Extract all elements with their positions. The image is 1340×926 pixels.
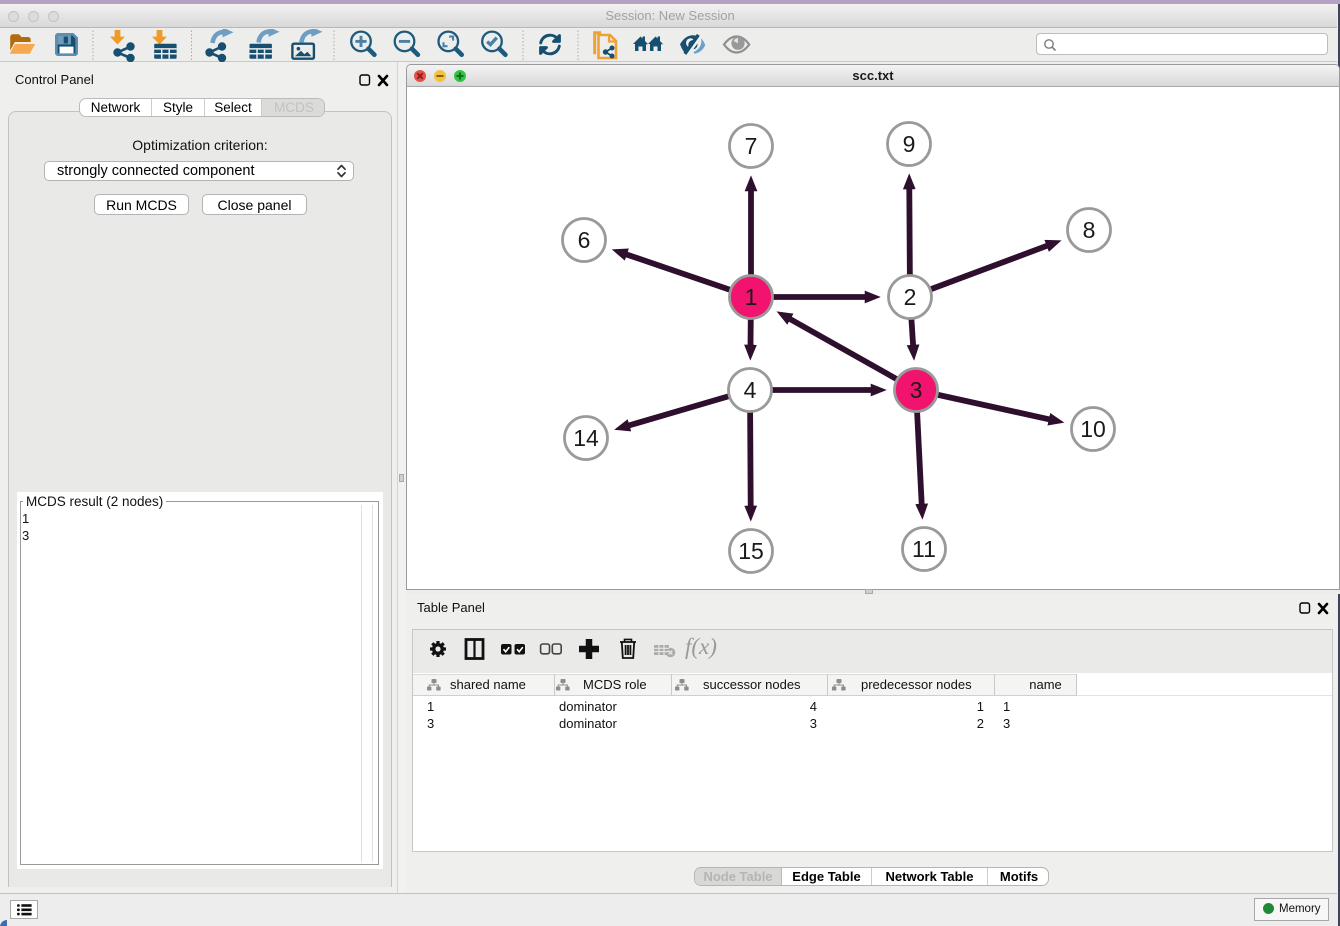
svg-text:8: 8: [1083, 217, 1096, 243]
svg-text:10: 10: [1080, 416, 1106, 442]
svg-text:9: 9: [903, 131, 916, 157]
svg-text:11: 11: [912, 536, 936, 562]
svg-text:2: 2: [904, 284, 917, 310]
svg-text:14: 14: [573, 425, 599, 451]
svg-text:7: 7: [745, 133, 758, 159]
svg-text:1: 1: [745, 284, 758, 310]
svg-text:3: 3: [910, 377, 923, 403]
svg-text:4: 4: [744, 377, 757, 403]
svg-text:6: 6: [578, 227, 591, 253]
svg-text:15: 15: [738, 538, 764, 564]
